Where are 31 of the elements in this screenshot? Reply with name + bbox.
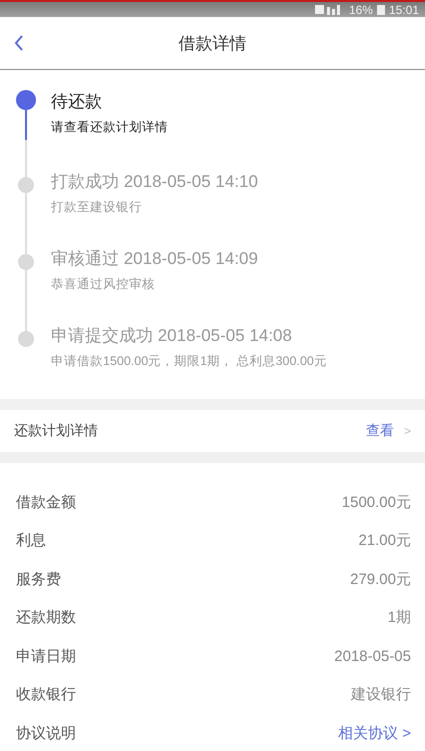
detail-value: 1期	[388, 608, 411, 628]
detail-value: 1500.00元	[342, 492, 411, 512]
back-icon[interactable]	[14, 35, 24, 51]
step-title: 打款成功 2018-05-05 14:10	[51, 171, 258, 193]
step-title: 申请提交成功 2018-05-05 14:08	[51, 325, 293, 347]
detail-label: 收款银行	[16, 685, 76, 704]
detail-value: 21.00元	[358, 531, 411, 550]
detail-label: 还款期数	[16, 608, 76, 628]
agreement-link[interactable]: 相关协议 >	[338, 724, 411, 743]
chevron: >	[404, 424, 411, 438]
detail-label: 申请日期	[16, 646, 76, 666]
detail-label: 利息	[16, 531, 46, 550]
page-title: 借款详情	[178, 32, 246, 54]
step-description: 请查看还款计划详情	[51, 119, 168, 136]
clock: 15:01	[388, 2, 419, 16]
step-title: 待还款	[51, 91, 103, 113]
detail-label: 借款金额	[16, 492, 76, 512]
detail-value: 279.00元	[350, 570, 411, 589]
view-link[interactable]: 查看	[366, 422, 394, 440]
detail-value: 2018-05-05	[334, 648, 411, 665]
battery-percent: 16%	[348, 2, 373, 16]
step-description: 打款至建设银行	[51, 199, 143, 216]
step-title: 审核通过 2018-05-05 14:09	[51, 248, 258, 270]
detail-label: 协议说明	[16, 724, 76, 743]
plan-label: 还款计划详情	[14, 422, 98, 440]
step-description: 恭喜通过风控审核	[51, 276, 156, 293]
battery-icon	[376, 4, 385, 15]
detail-value: 建设银行	[351, 685, 411, 704]
plan-row[interactable]: 还款计划详情 查看 >	[0, 410, 425, 452]
step-description: 申请借款1500.00元，期限1期， 总利息300.00元	[51, 353, 327, 370]
detail-label: 服务费	[16, 570, 61, 589]
